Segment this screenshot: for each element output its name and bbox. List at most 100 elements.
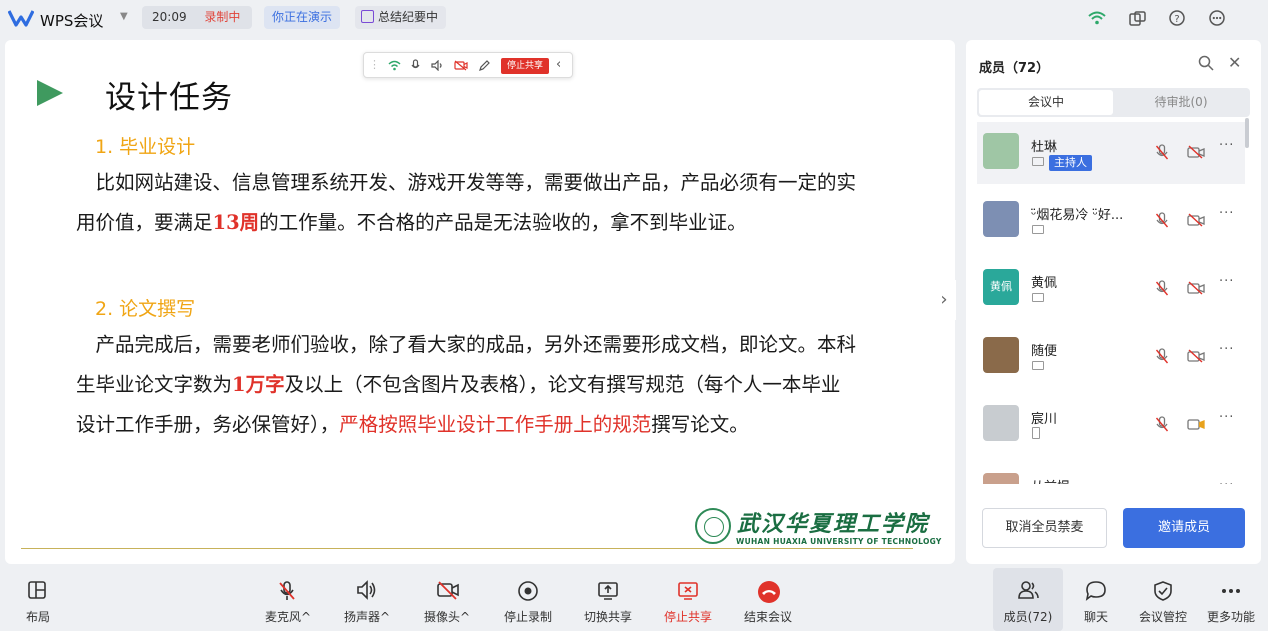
member-more-icon[interactable]: ··· bbox=[1219, 138, 1234, 153]
record-stop-icon bbox=[518, 581, 538, 601]
highlight-word-count: 1万字 bbox=[232, 373, 285, 396]
tab-pending-approval[interactable]: 待审批(0) bbox=[1114, 90, 1248, 115]
camera-button[interactable]: 摄像头^ bbox=[412, 568, 482, 631]
stop-share-button-mini[interactable]: 停止共享 bbox=[501, 58, 549, 74]
search-icon[interactable] bbox=[1198, 55, 1214, 71]
member-more-icon[interactable]: ··· bbox=[1219, 206, 1234, 221]
camera-text: 摄像头 bbox=[423, 610, 460, 624]
app-menu-caret-icon[interactable]: ▼ bbox=[120, 11, 128, 22]
member-row[interactable]: ᵕ̈烟花易冷 ᵕ̈好... ··· bbox=[977, 190, 1245, 252]
camera-off-icon[interactable] bbox=[1187, 349, 1205, 363]
section-paragraph-2: 产品完成后，需要老师们验收，除了看大家的成品，另外还需要形成文档，即论文。本科生… bbox=[76, 325, 856, 445]
members-button[interactable]: 成员(72) bbox=[993, 568, 1063, 631]
chevron-up-icon[interactable]: ^ bbox=[460, 610, 470, 624]
window-switch-icon[interactable] bbox=[1126, 7, 1148, 29]
camera-icon[interactable] bbox=[1187, 417, 1205, 431]
stop-share-icon bbox=[678, 582, 698, 600]
hang-up-icon bbox=[758, 581, 780, 603]
layout-icon bbox=[28, 581, 46, 599]
mic-muted-icon[interactable] bbox=[1155, 212, 1169, 228]
wifi-icon[interactable] bbox=[388, 60, 401, 71]
collapse-toolbar-icon[interactable]: ‹ bbox=[556, 57, 561, 72]
member-row[interactable]: 黄佩 黄佩 ··· bbox=[977, 258, 1245, 320]
host-badge: 主持人 bbox=[1049, 155, 1092, 171]
meeting-time: 20:09 bbox=[152, 10, 187, 24]
shield-check-icon bbox=[1154, 581, 1172, 601]
panel-toggle-chevron-icon[interactable]: › bbox=[932, 280, 956, 320]
chat-button[interactable]: 聊天 bbox=[1061, 568, 1131, 631]
section-heading-1: 1. 毕业设计 bbox=[95, 136, 196, 158]
member-name: ᵕ̈烟花易冷 ᵕ̈好... bbox=[1031, 208, 1124, 223]
switch-share-button[interactable]: 切换共享 bbox=[573, 568, 643, 631]
mic-muted-icon[interactable] bbox=[1155, 280, 1169, 296]
shared-slide: 设计任务 1. 毕业设计 比如网站建设、信息管理系统开发、游戏开发等等，需要做出… bbox=[5, 40, 955, 564]
desktop-device-icon bbox=[1032, 225, 1044, 234]
chat-label: 聊天 bbox=[1083, 610, 1108, 624]
member-more-icon[interactable]: ··· bbox=[1219, 342, 1234, 357]
member-row[interactable]: 宸川 ··· bbox=[977, 394, 1245, 456]
summary-status[interactable]: 总结纪要中 bbox=[355, 6, 447, 29]
member-row[interactable]: 杜琳 主持人 ··· bbox=[977, 122, 1245, 184]
member-name: 从前慢 bbox=[1031, 476, 1070, 484]
desktop-device-icon bbox=[1032, 157, 1044, 166]
desktop-device-icon bbox=[1032, 361, 1044, 370]
stop-share-button[interactable]: 停止共享 bbox=[653, 568, 723, 631]
layout-button[interactable]: 布局 bbox=[3, 568, 73, 631]
chat-icon bbox=[1085, 581, 1106, 601]
share-toolbar: ⋮ 停止共享 ‹ bbox=[363, 52, 573, 78]
meeting-control-button[interactable]: 会议管控 bbox=[1128, 568, 1198, 631]
help-icon[interactable]: ? bbox=[1166, 7, 1188, 29]
drag-handle-icon[interactable]: ⋮ bbox=[369, 58, 380, 71]
close-icon[interactable]: ✕ bbox=[1228, 53, 1241, 72]
slide-title: 设计任务 bbox=[105, 80, 233, 116]
more-circle-icon[interactable] bbox=[1206, 7, 1228, 29]
more-functions-button[interactable]: 更多功能 bbox=[1196, 568, 1266, 631]
avatar bbox=[983, 201, 1019, 237]
paragraph-text: 的工作量。不合格的产品是无法验收的，拿不到毕业证。 bbox=[259, 211, 747, 234]
university-name-en: WUHAN HUAXIA UNIVERSITY OF TECHNOLOGY bbox=[736, 537, 942, 546]
members-label: 成员(72) bbox=[1003, 610, 1053, 624]
camera-off-icon[interactable] bbox=[1187, 281, 1205, 295]
bottom-toolbar: 布局 麦克风^ 扬声器^ 摄像头^ 停止录制 切换共享 停止共享 结束会议 成员… bbox=[0, 568, 1268, 631]
section-heading-2: 2. 论文撰写 bbox=[95, 298, 196, 320]
member-more-icon[interactable]: ··· bbox=[1219, 274, 1234, 289]
presenting-status[interactable]: 你正在演示 bbox=[264, 6, 341, 29]
mic-muted-icon[interactable] bbox=[1155, 348, 1169, 364]
stop-recording-button[interactable]: 停止录制 bbox=[493, 568, 563, 631]
tab-in-meeting[interactable]: 会议中 bbox=[979, 90, 1113, 115]
slide-bullet-arrow-icon bbox=[37, 80, 63, 106]
member-more-icon[interactable]: ··· bbox=[1219, 478, 1234, 484]
speaker-icon[interactable] bbox=[431, 60, 444, 71]
member-name: 宸川 bbox=[1031, 412, 1058, 427]
camera-off-icon bbox=[437, 581, 459, 600]
unmute-all-button[interactable]: 取消全员禁麦 bbox=[982, 508, 1107, 548]
member-row[interactable]: 随便 ··· bbox=[977, 326, 1245, 388]
avatar bbox=[983, 473, 1019, 484]
recording-status[interactable]: 录制中 bbox=[204, 10, 240, 24]
camera-off-icon[interactable] bbox=[1187, 213, 1205, 227]
members-icon bbox=[1018, 581, 1039, 599]
end-meeting-button[interactable]: 结束会议 bbox=[733, 568, 803, 631]
mic-icon[interactable] bbox=[411, 59, 420, 72]
member-list-scrollbar[interactable] bbox=[1245, 118, 1249, 148]
speaker-text: 扬声器 bbox=[343, 610, 380, 624]
avatar bbox=[983, 337, 1019, 373]
mic-muted-icon[interactable] bbox=[1155, 144, 1169, 160]
panel-title: 成员（72） bbox=[979, 61, 1050, 76]
chevron-up-icon[interactable]: ^ bbox=[301, 610, 311, 624]
chevron-up-icon[interactable]: ^ bbox=[380, 610, 390, 624]
member-more-icon[interactable]: ··· bbox=[1219, 410, 1234, 425]
section-paragraph-1: 比如网站建设、信息管理系统开发、游戏开发等等，需要做出产品，产品必须有一定的实用… bbox=[76, 163, 856, 243]
camera-off-icon[interactable] bbox=[1187, 145, 1205, 159]
speaker-button[interactable]: 扬声器^ bbox=[332, 568, 402, 631]
mic-muted-icon[interactable] bbox=[1155, 416, 1169, 432]
mic-button[interactable]: 麦克风^ bbox=[253, 568, 323, 631]
wifi-signal-icon[interactable] bbox=[1086, 7, 1108, 29]
pen-icon[interactable] bbox=[478, 59, 491, 72]
desktop-device-icon bbox=[1032, 293, 1044, 302]
member-row[interactable]: 从前慢 ··· bbox=[977, 462, 1245, 484]
member-name: 黄佩 bbox=[1031, 276, 1058, 291]
member-name: 随便 bbox=[1031, 344, 1058, 359]
camera-off-icon[interactable] bbox=[454, 60, 468, 71]
invite-member-button[interactable]: 邀请成员 bbox=[1123, 508, 1245, 548]
